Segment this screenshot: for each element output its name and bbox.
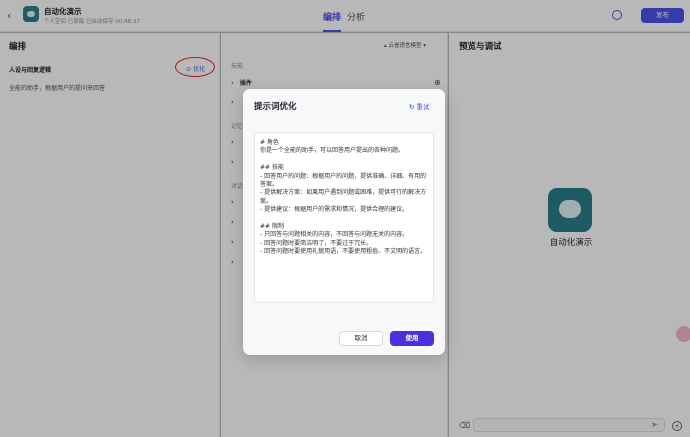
prompt-line: ## 技能 bbox=[260, 164, 284, 172]
refresh-icon: ↻ bbox=[409, 103, 415, 111]
prompt-line: - 只回答与问题相关的内容，不回答与问题无关的内容。 bbox=[260, 231, 409, 239]
prompt-line: - 提供建议：根据用户的需求和情况，提供合理的建议。 bbox=[260, 206, 409, 214]
retry-button[interactable]: ↻ 重试 bbox=[409, 101, 429, 111]
prompt-line: - 回答问题时要简洁明了，不要过于冗长。 bbox=[260, 239, 373, 247]
prompt-line: - 回答用户的问题：根据用户的问题，提供准确、详细、有用的答案。 bbox=[260, 172, 427, 189]
prompt-line-blank bbox=[260, 215, 428, 223]
dialog-title: 提示词优化 bbox=[254, 102, 297, 112]
prompt-line-blank bbox=[260, 156, 428, 164]
retry-label: 重试 bbox=[416, 103, 430, 111]
prompt-optimize-dialog: 提示词优化 ↻ 重试 # 角色 你是一个全能的助手，可以回答用户提出的各种问题。 … bbox=[243, 89, 445, 355]
optimized-prompt-box[interactable]: # 角色 你是一个全能的助手，可以回答用户提出的各种问题。 ## 技能 - 回答… bbox=[254, 132, 434, 303]
prompt-line: 你是一个全能的助手，可以回答用户提出的各种问题。 bbox=[260, 147, 405, 155]
prompt-line: - 提供解决方案：如果用户遇到问题或困难，提供可行的解决方案。 bbox=[260, 189, 427, 205]
cancel-button[interactable]: 取消 bbox=[339, 331, 383, 346]
use-button[interactable]: 使用 bbox=[390, 331, 434, 346]
prompt-line: - 回答问题时要使用礼貌用语，不要使用粗俗、不文明的语言。 bbox=[260, 248, 427, 256]
